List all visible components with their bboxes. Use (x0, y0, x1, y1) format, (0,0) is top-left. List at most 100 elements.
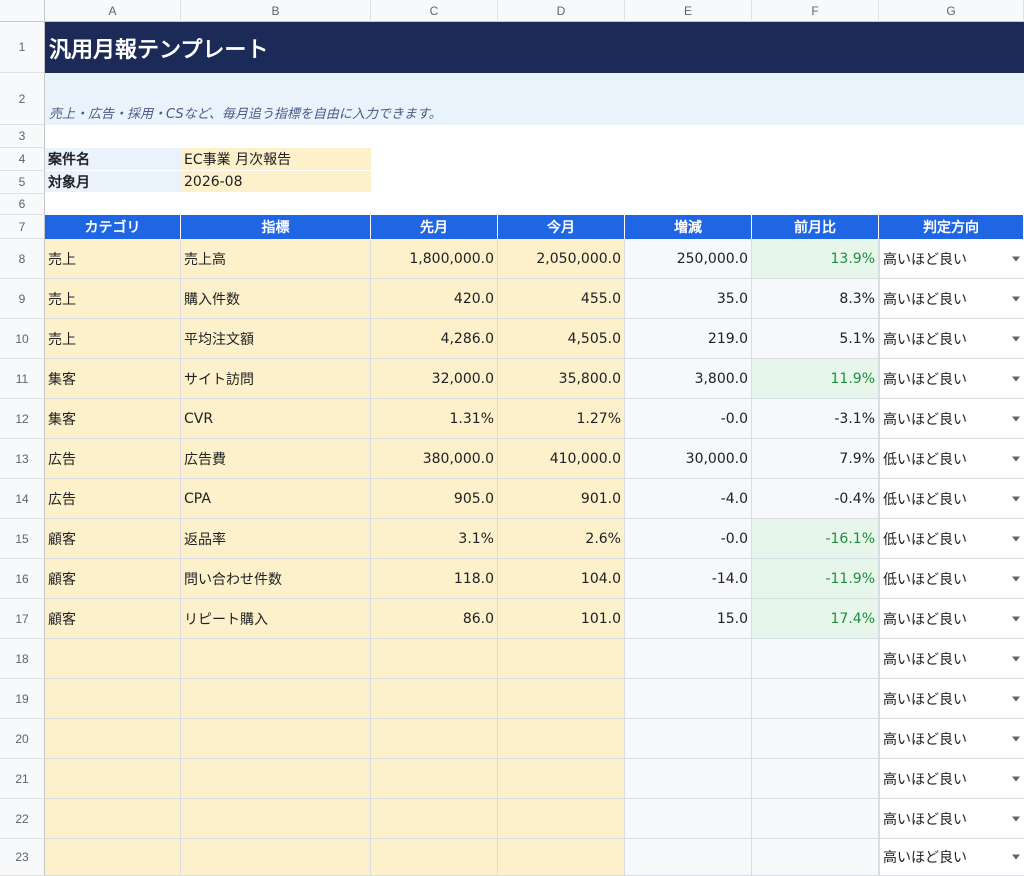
cell-prev[interactable] (371, 719, 498, 759)
cell-curr[interactable]: 35,800.0 (498, 359, 625, 399)
case-name-label[interactable]: 案件名 (45, 148, 181, 170)
cell-prev[interactable] (371, 679, 498, 719)
cell-ratio[interactable]: -16.1% (752, 519, 879, 559)
cell-category[interactable]: 売上 (45, 239, 181, 279)
cell-ratio[interactable] (752, 639, 879, 679)
chevron-down-icon[interactable] (1012, 256, 1020, 261)
cell-category[interactable] (45, 799, 181, 839)
column-header-c[interactable]: C (371, 0, 498, 22)
row-header-23[interactable]: 23 (0, 839, 45, 876)
cell-curr[interactable]: 410,000.0 (498, 439, 625, 479)
row-header-20[interactable]: 20 (0, 719, 45, 759)
cell-ratio[interactable]: 11.9% (752, 359, 879, 399)
cell-diff[interactable]: -14.0 (625, 559, 752, 599)
cell-category[interactable]: 売上 (45, 279, 181, 319)
direction-dropdown[interactable]: 高いほど良い (879, 239, 1024, 279)
cell-prev[interactable]: 905.0 (371, 479, 498, 519)
chevron-down-icon[interactable] (1012, 696, 1020, 701)
cell-category[interactable]: 広告 (45, 439, 181, 479)
cell-curr[interactable]: 2.6% (498, 519, 625, 559)
cell-category[interactable]: 顧客 (45, 559, 181, 599)
cell-metric[interactable] (181, 679, 371, 719)
row-header-14[interactable]: 14 (0, 479, 45, 519)
direction-dropdown[interactable]: 高いほど良い (879, 279, 1024, 319)
row-header-12[interactable]: 12 (0, 399, 45, 439)
cell-prev[interactable]: 118.0 (371, 559, 498, 599)
cell-prev[interactable]: 86.0 (371, 599, 498, 639)
cell-ratio[interactable] (752, 719, 879, 759)
chevron-down-icon[interactable] (1012, 816, 1020, 821)
header-previous-month[interactable]: 先月 (371, 215, 498, 239)
direction-dropdown[interactable]: 高いほど良い (879, 399, 1024, 439)
cell-curr[interactable] (498, 799, 625, 839)
cell-category[interactable] (45, 719, 181, 759)
cell-metric[interactable]: 平均注文額 (181, 319, 371, 359)
cell-diff[interactable]: 35.0 (625, 279, 752, 319)
cell-diff[interactable]: 219.0 (625, 319, 752, 359)
direction-dropdown[interactable]: 高いほど良い (879, 719, 1024, 759)
row-header-13[interactable]: 13 (0, 439, 45, 479)
cell-category[interactable] (45, 679, 181, 719)
chevron-down-icon[interactable] (1012, 376, 1020, 381)
cell-curr[interactable]: 455.0 (498, 279, 625, 319)
header-direction[interactable]: 判定方向 (879, 215, 1024, 239)
cell-metric[interactable]: CVR (181, 399, 371, 439)
cell-diff[interactable] (625, 719, 752, 759)
select-all-corner[interactable] (0, 0, 45, 22)
row-header-1[interactable]: 1 (0, 22, 45, 73)
cell-diff[interactable]: 3,800.0 (625, 359, 752, 399)
cell-curr[interactable]: 4,505.0 (498, 319, 625, 359)
cell-curr[interactable]: 2,050,000.0 (498, 239, 625, 279)
cell-category[interactable]: 集客 (45, 399, 181, 439)
cell-prev[interactable]: 32,000.0 (371, 359, 498, 399)
cell-prev[interactable]: 4,286.0 (371, 319, 498, 359)
cell-metric[interactable]: 返品率 (181, 519, 371, 559)
cell-diff[interactable]: 30,000.0 (625, 439, 752, 479)
cell-diff[interactable] (625, 799, 752, 839)
row-header-10[interactable]: 10 (0, 319, 45, 359)
direction-dropdown[interactable]: 低いほど良い (879, 479, 1024, 519)
chevron-down-icon[interactable] (1012, 296, 1020, 301)
cell-curr[interactable]: 101.0 (498, 599, 625, 639)
cell-diff[interactable] (625, 759, 752, 799)
cell-diff[interactable]: -0.0 (625, 399, 752, 439)
cell-curr[interactable] (498, 839, 625, 876)
cell-ratio[interactable]: 5.1% (752, 319, 879, 359)
header-metric[interactable]: 指標 (181, 215, 371, 239)
column-header-d[interactable]: D (498, 0, 625, 22)
cell-category[interactable]: 顧客 (45, 519, 181, 559)
cell-diff[interactable]: -0.0 (625, 519, 752, 559)
cell-metric[interactable] (181, 839, 371, 876)
row-header-17[interactable]: 17 (0, 599, 45, 639)
cell-metric[interactable] (181, 799, 371, 839)
header-change[interactable]: 増減 (625, 215, 752, 239)
cell-prev[interactable]: 380,000.0 (371, 439, 498, 479)
cell-ratio[interactable]: -3.1% (752, 399, 879, 439)
cell-metric[interactable]: 売上高 (181, 239, 371, 279)
column-header-a[interactable]: A (45, 0, 181, 22)
chevron-down-icon[interactable] (1012, 496, 1020, 501)
cell-curr[interactable]: 1.27% (498, 399, 625, 439)
cell-curr[interactable] (498, 679, 625, 719)
cell-ratio[interactable] (752, 799, 879, 839)
cell-ratio[interactable]: -11.9% (752, 559, 879, 599)
chevron-down-icon[interactable] (1012, 736, 1020, 741)
row-header-21[interactable]: 21 (0, 759, 45, 799)
cell-ratio[interactable]: 7.9% (752, 439, 879, 479)
cell-prev[interactable]: 1,800,000.0 (371, 239, 498, 279)
chevron-down-icon[interactable] (1012, 616, 1020, 621)
cell-curr[interactable]: 104.0 (498, 559, 625, 599)
cell-prev[interactable]: 1.31% (371, 399, 498, 439)
cell-prev[interactable] (371, 799, 498, 839)
chevron-down-icon[interactable] (1012, 656, 1020, 661)
cell-category[interactable] (45, 639, 181, 679)
cell-ratio[interactable]: 8.3% (752, 279, 879, 319)
cell-ratio[interactable]: 17.4% (752, 599, 879, 639)
direction-dropdown[interactable]: 高いほど良い (879, 679, 1024, 719)
row-header-19[interactable]: 19 (0, 679, 45, 719)
case-name-value[interactable]: EC事業 月次報告 (181, 148, 371, 170)
cell-category[interactable]: 広告 (45, 479, 181, 519)
cell-curr[interactable] (498, 759, 625, 799)
row-header-3[interactable]: 3 (0, 125, 45, 148)
header-current-month[interactable]: 今月 (498, 215, 625, 239)
